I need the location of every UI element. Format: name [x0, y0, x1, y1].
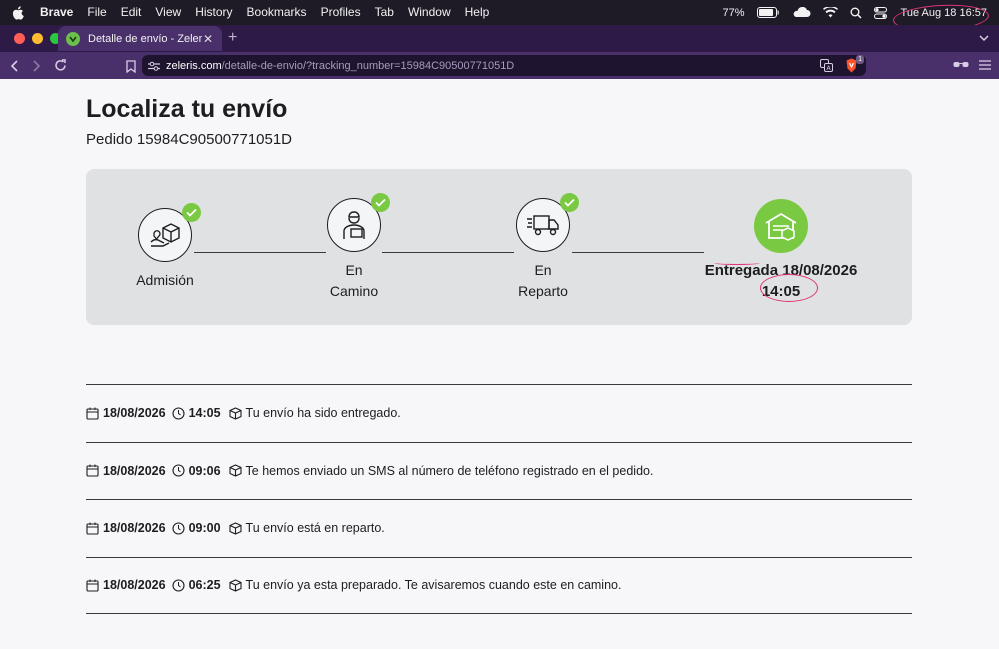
browser-toolbar: zeleris.com/detalle-de-envio/?tracking_n…: [0, 52, 999, 79]
shields-count-badge: 1: [856, 55, 864, 64]
menu-history[interactable]: History: [195, 0, 232, 25]
step-label: Admisión: [136, 272, 194, 288]
event-date: 18/08/2026: [103, 463, 166, 478]
site-settings-icon[interactable]: [148, 61, 160, 71]
bookmark-icon[interactable]: [121, 56, 141, 76]
clock-icon: [172, 407, 185, 420]
menu-help[interactable]: Help: [465, 0, 490, 25]
battery-percent: 77%: [722, 6, 745, 19]
event-date: 18/08/2026: [103, 521, 166, 536]
event-time: 06:25: [188, 578, 221, 593]
event-date: 18/08/2026: [103, 406, 166, 421]
annotation-underline: [714, 261, 760, 265]
apple-icon[interactable]: [12, 5, 26, 20]
window-controls: [14, 33, 61, 44]
menu-edit[interactable]: Edit: [121, 0, 142, 25]
brave-shields-icon[interactable]: 1: [845, 55, 864, 76]
progress-connector: [382, 252, 514, 253]
menu-file[interactable]: File: [87, 0, 106, 25]
event-date: 18/08/2026: [103, 578, 166, 593]
annotation-circle: [760, 274, 818, 302]
step-en-camino: En Camino: [320, 193, 390, 302]
check-icon: [182, 203, 201, 222]
tab-close-icon[interactable]: ✕: [202, 32, 214, 46]
browser-tab-strip: Detalle de envío - Zeleris ✕ +: [0, 25, 999, 52]
address-bar[interactable]: zeleris.com/detalle-de-envio/?tracking_n…: [142, 55, 866, 76]
back-icon[interactable]: [4, 56, 24, 76]
minimize-window-button[interactable]: [32, 33, 43, 44]
list-item: 18/08/2026 14:05 Tu envío ha sido entreg…: [86, 384, 912, 442]
url-path: /detalle-de-envio/?tracking_number=15984…: [221, 59, 515, 72]
package-icon: [228, 522, 242, 535]
url-domain: zeleris.com: [166, 59, 222, 72]
tab-title: Detalle de envío - Zeleris: [88, 32, 202, 45]
tab-list-chevron-icon[interactable]: [979, 31, 989, 45]
control-center-icon[interactable]: [873, 6, 887, 19]
zeleris-favicon-icon: [66, 31, 80, 46]
box-hand-icon: [138, 203, 201, 262]
reader-mode-icon[interactable]: [953, 57, 969, 75]
courier-icon: [327, 193, 390, 252]
cloud-icon[interactable]: [791, 7, 811, 18]
clock-icon: [172, 464, 185, 477]
package-icon: [228, 407, 242, 420]
event-text: Tu envío está en reparto.: [245, 521, 385, 536]
check-icon: [560, 193, 579, 212]
new-tab-icon[interactable]: +: [228, 29, 237, 47]
close-window-button[interactable]: [14, 33, 25, 44]
menu-app-name[interactable]: Brave: [40, 0, 73, 25]
spotlight-search-icon[interactable]: [850, 7, 862, 19]
list-item: 18/08/2026 06:25 Tu envío ya esta prepar…: [86, 556, 912, 614]
event-text: Tu envío ya esta preparado. Te avisaremo…: [245, 578, 622, 593]
menu-tab[interactable]: Tab: [375, 0, 394, 25]
macos-menubar: Brave File Edit View History Bookmarks P…: [0, 0, 999, 33]
event-text: Tu envío ha sido entregado.: [245, 406, 401, 421]
calendar-icon: [86, 522, 99, 535]
tracking-events-list: 18/08/2026 14:05 Tu envío ha sido entreg…: [86, 384, 912, 614]
address-bar-actions: A 1: [820, 55, 864, 76]
list-item: 18/08/2026 09:06 Te hemos enviado un SMS…: [86, 441, 912, 500]
package-icon: [228, 464, 242, 477]
reload-icon[interactable]: [50, 56, 70, 76]
tab-zeleris[interactable]: Detalle de envío - Zeleris ✕: [58, 26, 222, 51]
list-item: 18/08/2026 09:00 Tu envío está en repart…: [86, 499, 912, 557]
menu-profiles[interactable]: Profiles: [321, 0, 361, 25]
truck-icon: [516, 193, 579, 252]
toolbar-right-actions: [953, 57, 991, 75]
warehouse-icon: [754, 199, 808, 253]
wifi-icon[interactable]: [822, 7, 838, 18]
forward-icon[interactable]: [27, 56, 47, 76]
page-title: Localiza tu envío: [86, 95, 288, 123]
step-label: En Camino: [329, 262, 379, 299]
event-time: 14:05: [188, 406, 221, 421]
translate-icon[interactable]: A: [820, 59, 833, 75]
event-text: Te hemos enviado un SMS al número de tel…: [245, 463, 654, 478]
menu-bookmarks[interactable]: Bookmarks: [247, 0, 307, 25]
calendar-icon: [86, 407, 99, 420]
menubar-clock[interactable]: Tue Aug 18 16:57: [891, 2, 990, 33]
event-time: 09:06: [188, 463, 221, 478]
progress-connector: [194, 252, 326, 253]
main-menu-icon[interactable]: [979, 57, 991, 75]
clock-icon: [172, 579, 185, 592]
battery-icon[interactable]: [756, 7, 779, 18]
menu-view[interactable]: View: [155, 0, 181, 25]
calendar-icon: [86, 579, 99, 592]
step-admision: Admisión: [126, 203, 204, 291]
progress-connector: [572, 252, 704, 253]
order-number: Pedido 15984C90500771051D: [86, 131, 293, 148]
clock-icon: [172, 522, 185, 535]
package-icon: [228, 579, 242, 592]
calendar-icon: [86, 464, 99, 477]
menu-window[interactable]: Window: [408, 0, 451, 25]
web-page: Localiza tu envío Pedido 15984C905007710…: [0, 79, 999, 649]
event-time: 09:00: [188, 521, 221, 536]
step-label: En Reparto: [518, 262, 568, 299]
step-en-reparto: En Reparto: [508, 193, 579, 302]
check-icon: [371, 193, 390, 212]
menubar-status-area: 77% Tue Aug 18 16:57: [722, 0, 990, 33]
